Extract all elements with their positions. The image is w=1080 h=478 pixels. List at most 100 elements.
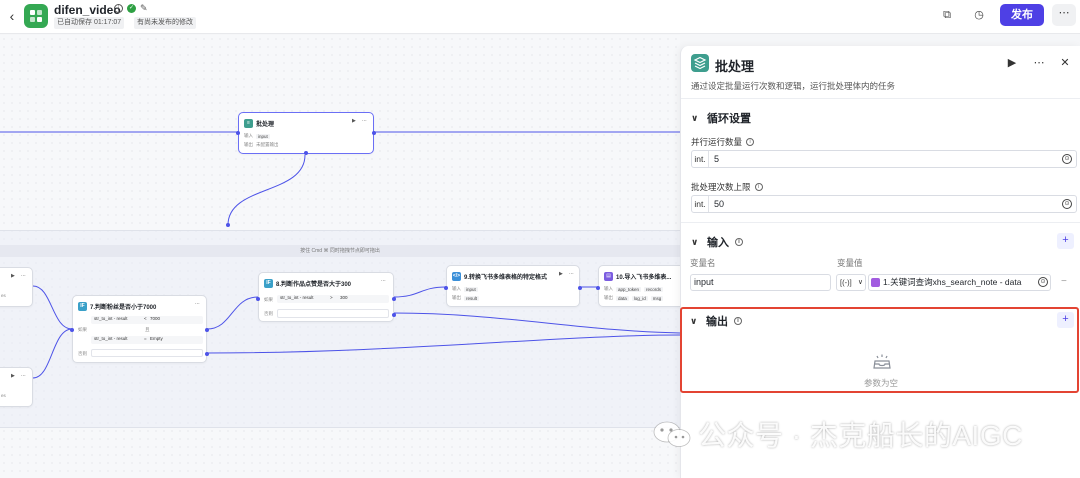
node9-out-label: 输出 xyxy=(452,295,461,300)
batch-input-label: 输入 xyxy=(244,133,253,138)
watermark-text: 公众号 · 杰克船长的AIGC xyxy=(698,420,1023,451)
run-icon[interactable]: ▶ xyxy=(11,273,15,279)
variable-icon[interactable]: ⊙ xyxy=(1062,199,1072,209)
variable-type-select[interactable]: [(-)] ∨ xyxy=(836,274,866,291)
back-arrow-icon[interactable]: ‹ xyxy=(4,8,20,24)
output-port[interactable] xyxy=(578,286,582,290)
input-port[interactable] xyxy=(236,131,240,135)
run-icon[interactable]: ▶ xyxy=(11,373,15,379)
wire-8-else xyxy=(393,312,680,334)
more-icon[interactable]: ⋯ xyxy=(1032,56,1046,69)
input-port[interactable] xyxy=(70,328,74,332)
copy-icon[interactable]: ⧉ xyxy=(940,8,954,22)
wire-8-9 xyxy=(393,286,447,298)
node9-title: 9.转换飞书多维表格的特定格式 xyxy=(464,274,548,281)
cond1-var: str_to_int - result xyxy=(94,316,128,321)
batch-node[interactable]: ≡ 批处理 ▶ ⋯ 输入 input 输出 未配置输出 xyxy=(236,112,376,155)
node10-title: 10.导入飞书多维表... xyxy=(616,274,672,281)
plugin-node-10[interactable]: ▤ 10.导入飞书多维表... 输入 app_token records 输出 data… xyxy=(596,265,680,307)
node8-if-label: 如果 xyxy=(264,297,273,302)
if-port[interactable] xyxy=(205,328,209,332)
batch-input-chip: input xyxy=(256,133,270,139)
plugin-icon xyxy=(871,278,880,287)
input-section-header[interactable]: ∨ 输入 i xyxy=(691,234,743,250)
variable-icon[interactable]: ⊙ xyxy=(1038,277,1048,287)
variable-icon[interactable]: ⊙ xyxy=(1062,154,1072,164)
int-type-label: int. xyxy=(692,151,709,167)
batch-output-value: 未配置输出 xyxy=(256,142,279,147)
run-icon[interactable]: ▶ xyxy=(352,118,356,124)
wire-batch-body xyxy=(227,154,306,226)
body-entry-port[interactable] xyxy=(226,223,230,227)
add-input-button[interactable]: + xyxy=(1057,233,1074,249)
history-icon[interactable]: ◷ xyxy=(972,8,986,22)
output-section-header[interactable]: ∨ 输出 i xyxy=(690,313,742,329)
node7-cond2: str_to_int - result = Empty xyxy=(91,336,203,344)
condition-node-8[interactable]: IF 8.判断作品点赞是否大于300 ⋯ 如果 str_to_int - resu… xyxy=(256,272,396,322)
int-type-label: int. xyxy=(692,196,709,212)
variable-reference[interactable]: 1.关键词查询xhs_search_note - data xyxy=(868,274,1051,291)
publish-button[interactable]: 发布 xyxy=(1000,4,1044,26)
cond1-val: 300 xyxy=(340,295,348,300)
workflow-canvas[interactable]: 按住 Cmd ⌘ 同时拖拽节点即可拖出 ≡ 批处理 ▶ ⋯ 输入 input 输出未… xyxy=(0,35,680,478)
top-bar: ‹ difen_video i ✓ ✎ 已自动保存 01:17:07 有尚未发布… xyxy=(0,0,1080,34)
cond2-var: str_to_int - result xyxy=(94,336,128,341)
input-port[interactable] xyxy=(596,286,600,290)
output-port[interactable] xyxy=(372,131,376,135)
divider xyxy=(681,98,1080,99)
info-icon[interactable]: i xyxy=(114,4,123,13)
cond1-val: 7000 xyxy=(150,316,161,321)
close-icon[interactable]: ✕ xyxy=(1058,56,1072,69)
chevron-down-icon: ∨ xyxy=(857,279,863,286)
limit-value: 50 xyxy=(714,199,725,209)
cond1-var: str_to_int - result xyxy=(280,295,314,300)
more-menu-button[interactable]: ⋯ xyxy=(1052,4,1076,26)
info-icon[interactable]: i xyxy=(735,238,743,246)
limit-input[interactable]: int. 50 ⊙ xyxy=(691,195,1077,213)
input-port[interactable] xyxy=(256,297,260,301)
run-icon[interactable]: ▶ xyxy=(1005,56,1019,69)
node-more-icon[interactable]: ⋯ xyxy=(362,118,367,124)
concurrency-label-row: 并行运行数量 i xyxy=(691,136,755,148)
info-icon[interactable]: i xyxy=(754,183,763,191)
info-icon[interactable]: i xyxy=(746,138,755,146)
condition-node-7[interactable]: IF 7.判断粉丝是否小于7000 ⋯ 如果 str_to_int - resul… xyxy=(70,295,209,363)
autosave-status: 已自动保存 01:17:07 xyxy=(54,17,125,29)
node-more-icon[interactable]: ⋯ xyxy=(21,373,26,379)
concurrency-input[interactable]: int. 5 ⊙ xyxy=(691,150,1077,168)
code-node-9[interactable]: </> 9.转换飞书多维表格的特定格式 ▶ ⋯ 输入 input 输出 result xyxy=(444,265,582,307)
partial-node-b[interactable]: ▶ ⋯ es xyxy=(0,367,33,407)
node10-in-label: 输入 xyxy=(604,286,613,291)
variable-type-value: [(-)] xyxy=(840,278,852,287)
col-variable-value: 变量值 xyxy=(837,258,863,268)
run-icon[interactable]: ▶ xyxy=(559,271,563,277)
edit-icon[interactable]: ✎ xyxy=(140,4,148,13)
app-logo xyxy=(24,4,48,28)
node-more-icon[interactable]: ⋯ xyxy=(381,278,386,284)
input-port[interactable] xyxy=(444,286,448,290)
loop-settings-title: 循环设置 xyxy=(707,113,751,125)
variable-name-input[interactable]: input xyxy=(690,274,831,291)
else-port[interactable] xyxy=(205,352,209,356)
node-more-icon[interactable]: ⋯ xyxy=(195,301,200,307)
cond1-op: > xyxy=(330,295,333,300)
node-more-icon[interactable]: ⋯ xyxy=(569,271,574,277)
loop-settings-header[interactable]: ∨ 循环设置 xyxy=(691,110,751,126)
variable-reference-text: 1.关键词查询xhs_search_note - data xyxy=(883,277,1022,287)
node7-else-slot xyxy=(91,349,203,357)
node9-in-chip: input xyxy=(464,286,478,292)
wire-7-else xyxy=(206,334,680,354)
chevron-down-icon: ∨ xyxy=(691,112,699,123)
connection-lines xyxy=(0,131,680,379)
node10-chip: msg xyxy=(650,295,664,301)
info-icon[interactable]: i xyxy=(734,317,742,325)
node7-if-label: 如果 xyxy=(78,327,87,332)
if-port[interactable] xyxy=(392,297,396,301)
body-port[interactable] xyxy=(304,151,308,155)
node-more-icon[interactable]: ⋯ xyxy=(21,273,26,279)
node7-and: 且 xyxy=(145,327,150,332)
add-output-button[interactable]: + xyxy=(1057,312,1074,328)
else-port[interactable] xyxy=(392,313,396,317)
remove-input-icon[interactable]: − xyxy=(1061,276,1067,287)
partial-node-a[interactable]: ▶ ⋯ es xyxy=(0,267,33,307)
